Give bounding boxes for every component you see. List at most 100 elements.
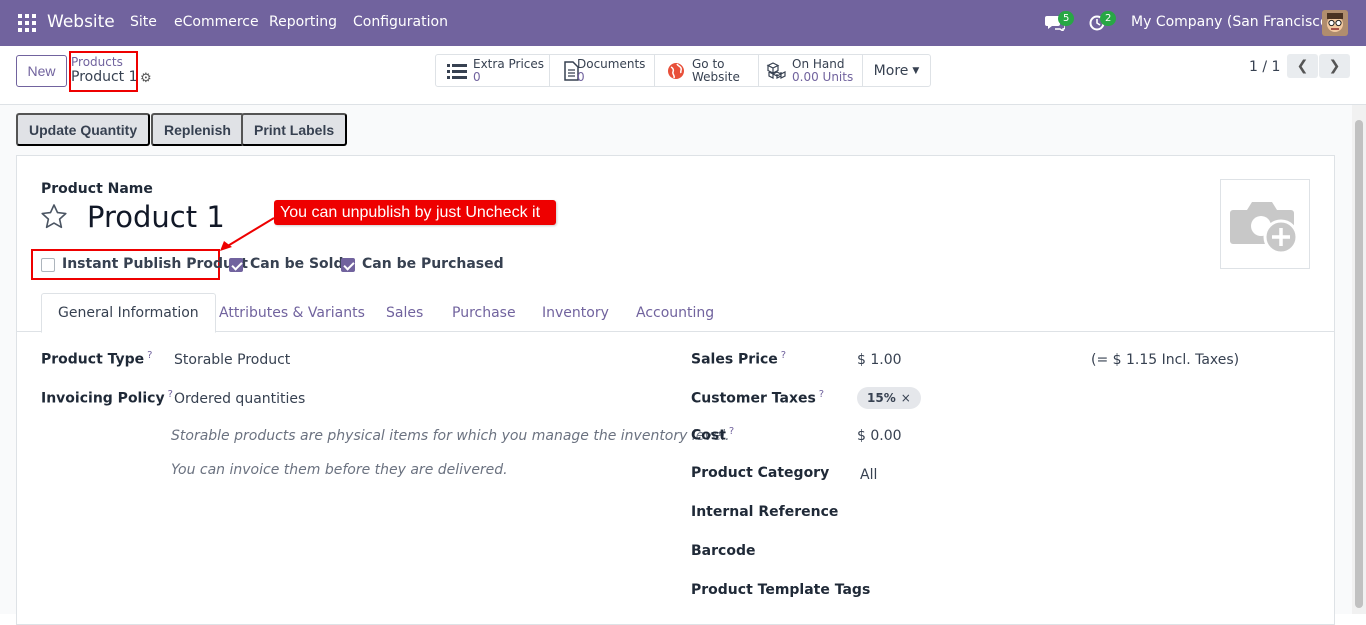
- tab-attributes-variants[interactable]: Attributes & Variants: [219, 293, 365, 332]
- smart-buttons: Extra Prices 0 Documents 0 Go to Website On…: [435, 54, 931, 87]
- go-to-label: Go to: [692, 57, 725, 71]
- breadcrumb: Products Product 1: [71, 55, 138, 85]
- pager-value[interactable]: 1 / 1: [1249, 59, 1280, 75]
- breadcrumb-products-link[interactable]: Products: [71, 55, 138, 70]
- tab-sales[interactable]: Sales: [386, 293, 423, 332]
- control-panel: New Products Product 1 ⚙ Extra Prices 0 D…: [0, 46, 1366, 105]
- app-name[interactable]: Website: [47, 12, 115, 32]
- messages-button[interactable]: 5: [1043, 0, 1077, 46]
- company-switcher[interactable]: My Company (San Francisco): [1131, 14, 1334, 30]
- more-label: More: [873, 62, 909, 79]
- replenish-button[interactable]: Replenish: [151, 113, 244, 146]
- favorite-star-icon[interactable]: [40, 203, 68, 230]
- cost-label: Cost?: [691, 426, 735, 444]
- user-avatar[interactable]: [1322, 10, 1348, 36]
- product-image-placeholder[interactable]: [1220, 179, 1310, 269]
- can-be-sold-label[interactable]: Can be Sold: [250, 256, 343, 272]
- help-tooltip-icon[interactable]: ?: [729, 426, 734, 437]
- tab-purchase-label: Purchase: [452, 304, 516, 321]
- tab-purchase[interactable]: Purchase: [452, 293, 516, 332]
- activities-count-badge: 2: [1100, 11, 1117, 26]
- chevron-right-icon: ❯: [1328, 58, 1341, 74]
- list-icon: [447, 64, 467, 79]
- form-statusbar: Update Quantity Replenish Print Labels: [0, 105, 1352, 155]
- tab-sales-label: Sales: [386, 304, 424, 321]
- product-type-label: Product Type?: [41, 350, 153, 368]
- activities-button[interactable]: 2: [1087, 0, 1117, 46]
- help-tooltip-icon[interactable]: ?: [781, 350, 786, 361]
- camera-plus-icon: [1230, 202, 1299, 255]
- cost-field[interactable]: $ 0.00: [857, 428, 902, 444]
- tab-attributes-variants-label: Attributes & Variants: [219, 304, 365, 321]
- help-tooltip-icon[interactable]: ?: [819, 389, 824, 400]
- internal-reference-label: Internal Reference: [691, 504, 839, 520]
- invoicing-policy-field[interactable]: Ordered quantities: [174, 391, 305, 407]
- go-to-website-button[interactable]: Go to Website: [655, 55, 759, 86]
- help-tooltip-icon[interactable]: ?: [168, 389, 173, 400]
- breadcrumb-current: Product 1: [71, 69, 138, 85]
- documents-label: Documents: [577, 57, 646, 71]
- chevron-left-icon: ❮: [1296, 58, 1309, 74]
- tab-inventory-label: Inventory: [542, 304, 609, 321]
- annotation-callout: You can unpublish by just Uncheck it: [274, 200, 556, 225]
- product-type-help-text: Storable products are physical items for…: [171, 428, 730, 444]
- help-tooltip-icon[interactable]: ?: [147, 350, 152, 361]
- instant-publish-label[interactable]: Instant Publish Product: [62, 256, 248, 272]
- notebook-tabs: General Information Attributes & Variant…: [16, 293, 1335, 333]
- avatar-face-icon: [1322, 10, 1348, 36]
- scrollbar[interactable]: [1352, 105, 1366, 614]
- menu-ecommerce[interactable]: eCommerce: [174, 14, 259, 30]
- gear-icon[interactable]: ⚙: [140, 71, 152, 86]
- documents-value: 0: [577, 70, 585, 84]
- on-hand-button[interactable]: On Hand 0.00 Units: [759, 55, 863, 86]
- can-be-purchased-label[interactable]: Can be Purchased: [362, 256, 504, 272]
- invoicing-help-text: You can invoice them before they are del…: [171, 462, 508, 478]
- customer-taxes-label: Customer Taxes?: [691, 389, 825, 407]
- menu-reporting[interactable]: Reporting: [269, 14, 337, 30]
- scrollbar-thumb[interactable]: [1355, 120, 1363, 608]
- print-labels-button[interactable]: Print Labels: [241, 113, 348, 146]
- apps-menu-icon[interactable]: [18, 14, 36, 32]
- on-hand-label: On Hand: [792, 57, 845, 71]
- extra-prices-value: 0: [473, 70, 481, 84]
- barcode-label: Barcode: [691, 543, 756, 559]
- on-hand-value: 0.00 Units: [792, 70, 854, 84]
- tax-tag: 15% ×: [857, 387, 921, 409]
- product-template-tags-label: Product Template Tags: [691, 582, 871, 598]
- product-category-field[interactable]: All: [860, 467, 877, 483]
- annotation-arrow-icon: [220, 217, 275, 251]
- extra-prices-label: Extra Prices: [473, 57, 545, 71]
- more-dropdown[interactable]: More ▼: [863, 55, 930, 86]
- globe-icon: [668, 63, 684, 79]
- tab-accounting[interactable]: Accounting: [636, 293, 714, 332]
- can-be-sold-checkbox[interactable]: [229, 258, 243, 272]
- menu-site[interactable]: Site: [130, 14, 157, 30]
- messages-count-badge: 5: [1058, 11, 1075, 26]
- top-navbar: Website Site eCommerce Reporting Configu…: [0, 0, 1366, 46]
- tab-accounting-label: Accounting: [636, 304, 715, 321]
- cubes-icon: [766, 62, 786, 79]
- tab-general-information-label: General Information: [58, 305, 199, 321]
- product-category-label: Product Category: [691, 465, 830, 481]
- caret-down-icon: ▼: [912, 65, 920, 76]
- go-to-website-label: Website: [692, 70, 740, 84]
- sales-price-label: Sales Price?: [691, 350, 787, 368]
- pager-previous-button[interactable]: ❮: [1287, 54, 1318, 78]
- pager-next-button[interactable]: ❯: [1319, 54, 1350, 78]
- tab-inventory[interactable]: Inventory: [542, 293, 609, 332]
- product-type-field[interactable]: Storable Product: [174, 352, 290, 368]
- sales-price-field[interactable]: $ 1.00: [857, 352, 902, 368]
- tax-tag-label: 15%: [867, 391, 896, 405]
- documents-button[interactable]: Documents 0: [550, 55, 655, 86]
- remove-tag-icon[interactable]: ×: [901, 391, 911, 405]
- menu-configuration[interactable]: Configuration: [353, 14, 448, 30]
- product-name-field[interactable]: Product 1: [87, 200, 225, 234]
- new-button[interactable]: New: [16, 55, 67, 87]
- update-quantity-button[interactable]: Update Quantity: [16, 113, 151, 146]
- instant-publish-checkbox[interactable]: [41, 258, 55, 272]
- invoicing-policy-label: Invoicing Policy?: [41, 389, 173, 407]
- can-be-purchased-checkbox[interactable]: [341, 258, 355, 272]
- extra-prices-button[interactable]: Extra Prices 0: [436, 55, 550, 86]
- price-incl-taxes: (= $ 1.15 Incl. Taxes): [1091, 352, 1240, 368]
- tab-general-information[interactable]: General Information: [41, 293, 216, 333]
